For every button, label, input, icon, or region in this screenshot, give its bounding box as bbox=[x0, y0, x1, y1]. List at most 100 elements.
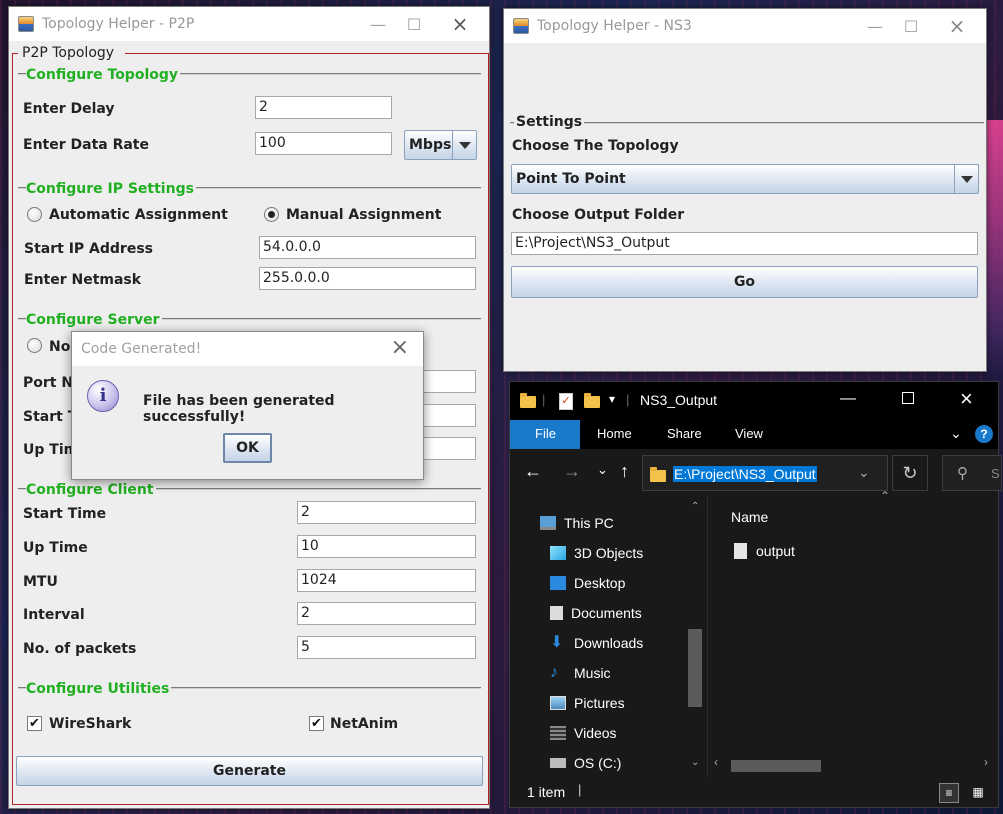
ok-button[interactable]: OK bbox=[223, 433, 272, 463]
maximize-icon[interactable] bbox=[902, 392, 914, 404]
dialog-message: File has been generated successfully! bbox=[143, 393, 335, 425]
address-dropdown-icon[interactable]: ⌄ bbox=[858, 464, 870, 481]
minimize-icon[interactable]: — bbox=[840, 390, 856, 408]
dialog-title: Code Generated! bbox=[81, 341, 202, 357]
wireshark-checkbox[interactable]: ✔ bbox=[27, 716, 42, 731]
ns3-titlebar[interactable]: Topology Helper - NS3 — ☐ × bbox=[504, 9, 986, 43]
wireshark-label[interactable]: WireShark bbox=[49, 715, 131, 733]
forward-icon[interactable]: → bbox=[563, 461, 581, 482]
close-icon[interactable]: × bbox=[445, 7, 475, 41]
ns3-window-title: Topology Helper - NS3 bbox=[537, 18, 692, 34]
column-header-name[interactable]: Name bbox=[731, 509, 768, 525]
server-up-time-label: Up Tim bbox=[23, 442, 79, 458]
configure-ip-title: Configure IP Settings bbox=[26, 181, 196, 197]
ribbon-tab-view[interactable]: View bbox=[735, 426, 763, 441]
nav-item-pictures[interactable]: Pictures bbox=[550, 695, 625, 711]
horizontal-scrollbar[interactable]: ‹ › bbox=[710, 755, 997, 773]
nav-item-label: OS (C:) bbox=[574, 755, 622, 771]
close-icon[interactable]: × bbox=[391, 335, 409, 360]
file-name: output bbox=[756, 543, 795, 559]
automatic-assignment-radio[interactable] bbox=[27, 207, 42, 222]
large-icons-view-icon[interactable]: ▦ bbox=[968, 783, 988, 803]
file-explorer-window: | ✓ ▾ | NS3_Output — × File Home Share V… bbox=[509, 381, 1002, 808]
netanim-checkbox[interactable]: ✔ bbox=[309, 716, 324, 731]
recent-locations-icon[interactable]: ⌄ bbox=[597, 462, 608, 478]
nav-item-documents[interactable]: Documents bbox=[550, 605, 642, 621]
client-start-time-input[interactable]: 2 bbox=[297, 501, 476, 524]
file-item[interactable]: output bbox=[734, 543, 795, 559]
minimize-icon[interactable]: — bbox=[363, 7, 393, 41]
mtu-input[interactable]: 1024 bbox=[297, 569, 476, 592]
manual-assignment-label[interactable]: Manual Assignment bbox=[286, 206, 441, 224]
back-icon[interactable]: ← bbox=[524, 461, 542, 482]
p2p-topology-title: P2P Topology bbox=[20, 45, 117, 61]
scroll-up-icon[interactable]: ⌃ bbox=[691, 501, 699, 512]
navigation-scrollbar[interactable]: ⌃ ⌄ bbox=[686, 499, 704, 775]
server-up-time-input[interactable] bbox=[417, 437, 476, 460]
refresh-icon[interactable]: ↻ bbox=[892, 455, 928, 491]
maximize-icon[interactable]: ☐ bbox=[896, 9, 926, 43]
close-icon[interactable]: × bbox=[960, 386, 973, 412]
rate-unit-select[interactable]: Mbps bbox=[404, 130, 477, 160]
expand-ribbon-icon[interactable]: ⌄ bbox=[950, 425, 962, 442]
nav-item-downloads[interactable]: ⬇ Downloads bbox=[550, 635, 644, 652]
client-up-time-input[interactable]: 10 bbox=[297, 535, 476, 558]
nav-item-videos[interactable]: Videos bbox=[550, 725, 617, 741]
server-start-time-input[interactable] bbox=[417, 404, 476, 427]
interval-input[interactable]: 2 bbox=[297, 602, 476, 625]
address-bar[interactable]: E:\Project\NS3_Output ⌄ bbox=[642, 455, 888, 491]
start-ip-input[interactable]: 54.0.0.0 bbox=[259, 236, 476, 259]
output-folder-input[interactable]: E:\Project\NS3_Output bbox=[511, 232, 978, 255]
ribbon-tab-share[interactable]: Share bbox=[667, 426, 702, 441]
go-button[interactable]: Go bbox=[511, 266, 978, 298]
scrollbar-thumb[interactable] bbox=[688, 629, 702, 707]
netanim-label[interactable]: NetAnim bbox=[330, 715, 398, 733]
scroll-left-icon[interactable]: ‹ bbox=[714, 755, 718, 769]
delay-input[interactable]: 2 bbox=[255, 96, 392, 119]
quick-access-dropdown-icon[interactable]: ▾ bbox=[609, 392, 615, 406]
nav-item-label: Downloads bbox=[574, 635, 644, 651]
chevron-down-icon[interactable] bbox=[452, 131, 476, 159]
scroll-right-icon[interactable]: › bbox=[984, 755, 988, 769]
ribbon-tab-file[interactable]: File bbox=[510, 420, 580, 449]
minimize-icon[interactable]: — bbox=[860, 9, 890, 43]
search-box[interactable]: ⚲ S bbox=[942, 455, 1002, 491]
up-icon[interactable]: ↑ bbox=[620, 461, 629, 482]
packets-input[interactable]: 5 bbox=[297, 636, 476, 659]
close-icon[interactable]: × bbox=[942, 9, 972, 43]
ribbon-tab-home[interactable]: Home bbox=[597, 426, 632, 441]
automatic-assignment-label[interactable]: Automatic Assignment bbox=[49, 206, 228, 224]
p2p-titlebar[interactable]: Topology Helper - P2P — ☐ × bbox=[9, 7, 489, 41]
nav-item-desktop[interactable]: Desktop bbox=[550, 575, 625, 591]
hscrollbar-thumb[interactable] bbox=[731, 760, 821, 772]
nav-item-os-c[interactable]: OS (C:) bbox=[550, 755, 621, 771]
explorer-titlebar[interactable]: | ✓ ▾ | NS3_Output — × bbox=[510, 382, 998, 420]
nav-item-3d-objects[interactable]: 3D Objects bbox=[550, 545, 643, 561]
packets-label: No. of packets bbox=[23, 641, 137, 657]
scroll-down-icon[interactable]: ⌄ bbox=[691, 757, 699, 768]
chevron-down-icon[interactable] bbox=[954, 165, 978, 193]
generate-button[interactable]: Generate bbox=[16, 756, 483, 786]
address-text[interactable]: E:\Project\NS3_Output bbox=[673, 466, 817, 482]
manual-assignment-radio[interactable] bbox=[264, 207, 279, 222]
nav-item-label: Pictures bbox=[574, 695, 625, 711]
nav-item-label: Documents bbox=[571, 605, 642, 621]
dialog-titlebar[interactable]: Code Generated! × bbox=[72, 332, 423, 366]
nav-item-this-pc[interactable]: This PC bbox=[540, 515, 614, 531]
nav-item-music[interactable]: ♪ Music bbox=[550, 665, 611, 682]
interval-label: Interval bbox=[23, 607, 85, 623]
properties-icon[interactable]: ✓ bbox=[559, 393, 573, 410]
ribbon-tab-file-label: File bbox=[535, 426, 556, 441]
server-node-radio[interactable] bbox=[27, 338, 42, 353]
server-port-input[interactable] bbox=[417, 370, 476, 393]
topology-select[interactable]: Point To Point bbox=[511, 164, 979, 194]
help-icon[interactable]: ? bbox=[975, 425, 993, 443]
new-folder-icon[interactable] bbox=[584, 393, 600, 408]
nav-item-label: Videos bbox=[574, 725, 617, 741]
netmask-input[interactable]: 255.0.0.0 bbox=[259, 267, 476, 290]
p2p-window-title: Topology Helper - P2P bbox=[42, 16, 195, 32]
data-rate-input[interactable]: 100 bbox=[255, 132, 392, 155]
pictures-icon bbox=[550, 696, 566, 710]
maximize-icon[interactable]: ☐ bbox=[399, 7, 429, 41]
details-view-icon[interactable]: ≡ bbox=[939, 783, 959, 803]
